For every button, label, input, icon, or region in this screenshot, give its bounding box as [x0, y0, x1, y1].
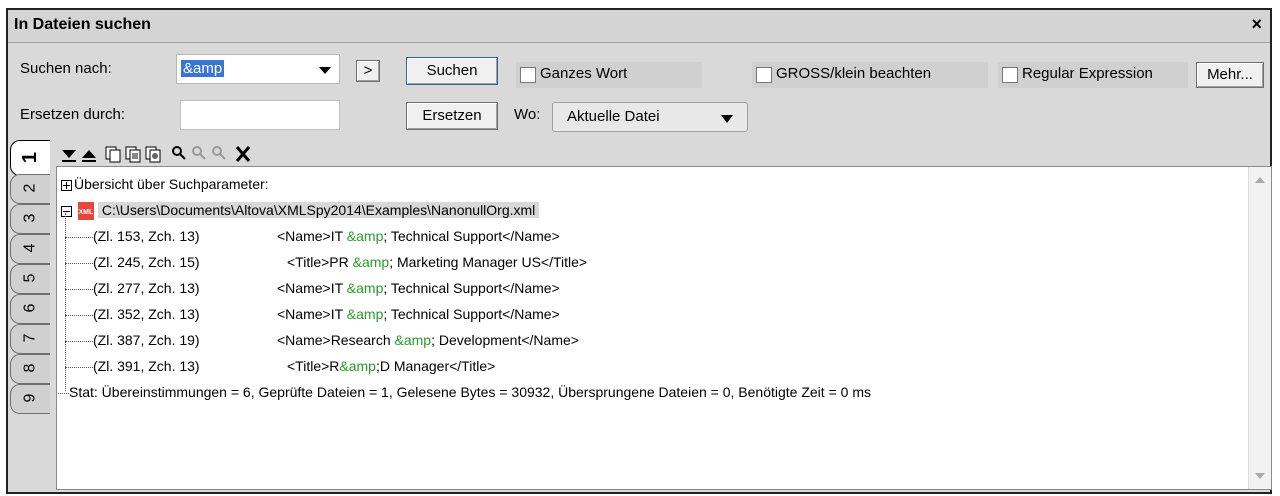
vertical-scrollbar[interactable]	[1248, 167, 1271, 489]
chevron-down-icon	[721, 115, 733, 123]
close-icon[interactable]: ×	[1251, 14, 1262, 35]
panel-title: In Dateien suchen	[14, 16, 151, 33]
replace-input[interactable]	[180, 100, 340, 130]
file-node[interactable]: XML C:\Users\Documents\Altova\XMLSpy2014\…	[61, 199, 540, 221]
match-location: (Zl. 387, Zch. 19)	[93, 332, 200, 348]
match-text: <Name>IT &amp; Technical Support</Name>	[277, 306, 560, 322]
file-path: C:\Users\Documents\Altova\XMLSpy2014\Exa…	[97, 202, 540, 218]
xml-file-icon: XML	[77, 202, 94, 221]
match-row[interactable]: (Zl. 352, Zch. 13) <Name>IT &amp; Techni…	[65, 303, 560, 325]
match-location: (Zl. 153, Zch. 13)	[93, 228, 200, 244]
find-icon[interactable]	[170, 144, 188, 164]
match-row[interactable]: (Zl. 277, Zch. 13) <Name>IT &amp; Techni…	[65, 277, 560, 299]
expand-icon[interactable]	[61, 179, 72, 191]
where-dropdown[interactable]: Aktuelle Datei	[552, 102, 748, 132]
stat-row: Stat: Übereinstimmungen = 6, Geprüfte Da…	[57, 381, 871, 403]
chevron-down-icon[interactable]	[319, 67, 331, 74]
match-text: <Name>Research &amp; Development</Name>	[277, 332, 579, 348]
clear-icon[interactable]	[234, 144, 252, 164]
regex-label: Regular Expression	[1022, 65, 1153, 82]
find-combo[interactable]: &amp	[176, 54, 340, 84]
match-case-checkbox[interactable]	[756, 67, 772, 83]
overview-label: Übersicht über Suchparameter:	[74, 176, 269, 192]
match-case-option[interactable]: GROSS/klein beachten	[752, 62, 988, 88]
stat-text: Stat: Übereinstimmungen = 6, Geprüfte Da…	[69, 384, 871, 400]
match-row[interactable]: (Zl. 387, Zch. 19) <Name>Research &amp; …	[65, 329, 579, 351]
match-location: (Zl. 391, Zch. 13)	[93, 358, 200, 374]
where-label: Wo:	[514, 106, 541, 123]
more-button[interactable]: Mehr...	[1196, 62, 1264, 88]
replace-button[interactable]: Ersetzen	[406, 102, 498, 130]
previous-result-icon[interactable]	[80, 144, 98, 164]
copy-with-children-icon[interactable]	[124, 144, 142, 164]
find-label: Suchen nach:	[20, 60, 112, 77]
result-tabs: 1 2 3 4 5 6 7 8 9	[10, 140, 56, 486]
regex-option[interactable]: Regular Expression	[998, 62, 1188, 88]
whole-word-label: Ganzes Wort	[540, 65, 628, 82]
results-tree[interactable]: Übersicht über Suchparameter: XML C:\User…	[56, 166, 1272, 490]
match-row[interactable]: (Zl. 245, Zch. 15) <Title>PR &amp; Marke…	[65, 251, 587, 273]
title-bar: In Dateien suchen ×	[8, 10, 1270, 43]
scroll-down-icon[interactable]	[1255, 473, 1265, 479]
next-result-icon[interactable]	[60, 144, 78, 164]
match-location: (Zl. 245, Zch. 15)	[93, 254, 200, 270]
whole-word-checkbox[interactable]	[520, 67, 536, 83]
copy-icon[interactable]	[104, 144, 122, 164]
scroll-up-icon[interactable]	[1255, 177, 1265, 183]
regex-checkbox[interactable]	[1002, 67, 1018, 83]
match-location: (Zl. 277, Zch. 13)	[93, 280, 200, 296]
overview-node[interactable]: Übersicht über Suchparameter:	[61, 173, 269, 195]
match-row[interactable]: (Zl. 153, Zch. 13) <Name>IT &amp; Techni…	[65, 225, 560, 247]
find-next-icon[interactable]	[190, 144, 208, 164]
match-case-label: GROSS/klein beachten	[776, 65, 932, 82]
match-text: <Name>IT &amp; Technical Support</Name>	[277, 228, 560, 244]
match-row[interactable]: (Zl. 391, Zch. 13) <Title>R&amp;D Manage…	[65, 355, 495, 377]
expand-button[interactable]: >	[356, 60, 380, 82]
match-text: <Title>R&amp;D Manager</Title>	[287, 358, 496, 374]
find-value[interactable]: &amp	[181, 60, 225, 77]
find-previous-icon[interactable]	[210, 144, 228, 164]
where-value: Aktuelle Datei	[567, 108, 660, 125]
match-location: (Zl. 352, Zch. 13)	[93, 306, 200, 322]
match-text: <Name>IT &amp; Technical Support</Name>	[277, 280, 560, 296]
whole-word-option[interactable]: Ganzes Wort	[516, 62, 702, 88]
replace-label: Ersetzen durch:	[20, 106, 126, 123]
copy-all-icon[interactable]	[144, 144, 162, 164]
tab-9[interactable]: 9	[10, 384, 50, 414]
search-button[interactable]: Suchen	[406, 57, 498, 85]
match-text: <Title>PR &amp; Marketing Manager US</Ti…	[287, 254, 588, 270]
collapse-icon[interactable]	[61, 205, 72, 217]
